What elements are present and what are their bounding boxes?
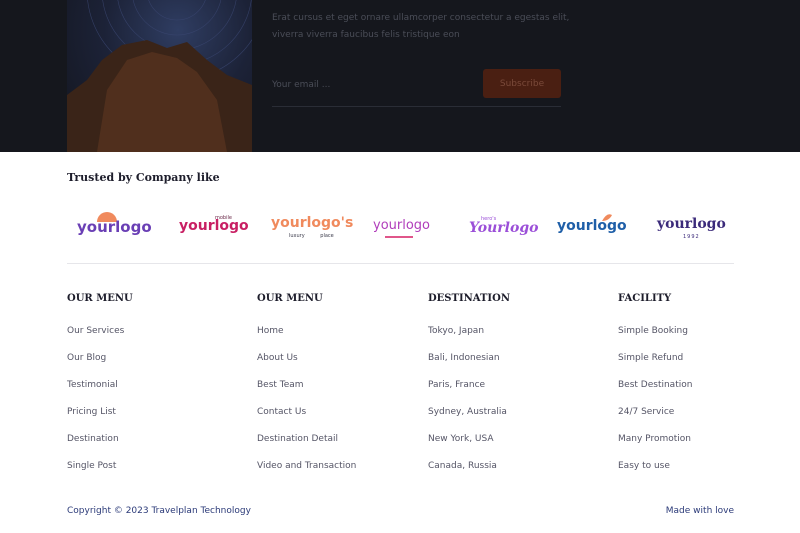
partner-logo-6: yourlogo <box>557 206 627 246</box>
footer-column-facility: FACILITY Simple Booking Simple Refund Be… <box>618 293 692 488</box>
footer-link-single-post[interactable]: Single Post <box>67 461 116 471</box>
footer-column-title: DESTINATION <box>428 293 510 304</box>
underline-logo-icon <box>385 236 413 238</box>
footer-link-best-destination[interactable]: Best Destination <box>618 380 692 390</box>
made-with-love-text: Made with love <box>665 506 734 516</box>
partner-logo-2-word: yourlogo <box>179 218 249 234</box>
footer-column-our-menu-1: OUR MENU Our Services Our Blog Testimoni… <box>67 293 133 488</box>
footer-link-item: Bali, Indonesian <box>428 353 510 380</box>
partner-logo-2: mobile yourlogo <box>179 206 249 246</box>
footer-link-sydney[interactable]: Sydney, Australia <box>428 407 507 417</box>
footer-link-testimonial[interactable]: Testimonial <box>67 380 118 390</box>
footer-link-24-7-service[interactable]: 24/7 Service <box>618 407 674 417</box>
footer-link-our-services[interactable]: Our Services <box>67 326 124 336</box>
footer-link-list: Our Services Our Blog Testimonial Pricin… <box>67 326 133 488</box>
footer-link-canada[interactable]: Canada, Russia <box>428 461 497 471</box>
subscribe-button[interactable]: Subscribe <box>483 69 561 98</box>
footer-link-list: Simple Booking Simple Refund Best Destin… <box>618 326 692 488</box>
footer-link-paris[interactable]: Paris, France <box>428 380 485 390</box>
footer-link-about-us[interactable]: About Us <box>257 353 298 363</box>
footer-link-item: Canada, Russia <box>428 461 510 488</box>
footer-link-many-promotion[interactable]: Many Promotion <box>618 434 691 444</box>
footer-link-item: Destination Detail <box>257 434 356 461</box>
footer-link-simple-booking[interactable]: Simple Booking <box>618 326 688 336</box>
footer-column-title: FACILITY <box>618 293 672 304</box>
footer-link-list: Home About Us Best Team Contact Us Desti… <box>257 326 356 488</box>
footer-link-contact-us[interactable]: Contact Us <box>257 407 306 417</box>
footer-link-item: Our Services <box>67 326 133 353</box>
footer-link-video-transaction[interactable]: Video and Transaction <box>257 461 356 471</box>
partner-logo-7: yourlogo 1992 <box>657 206 727 246</box>
newsletter-photo <box>67 0 252 152</box>
footer-link-home[interactable]: Home <box>257 326 284 336</box>
newsletter-section: Erat cursus et eget ornare ullamcorper c… <box>0 0 800 152</box>
partner-logo-5-word: Yourlogo <box>469 220 539 236</box>
footer-link-item: Testimonial <box>67 380 133 407</box>
footer-link-item: Single Post <box>67 461 133 488</box>
footer-link-pricing-list[interactable]: Pricing List <box>67 407 116 417</box>
footer-column-title: OUR MENU <box>257 293 323 304</box>
footer-link-list: Tokyo, Japan Bali, Indonesian Paris, Fra… <box>428 326 510 488</box>
email-underline <box>272 106 561 107</box>
leaf-logo-icon <box>602 214 612 221</box>
footer-link-item: New York, USA <box>428 434 510 461</box>
partner-logo-4-word: yourlogo <box>373 218 431 233</box>
copyright-text: Copyright © 2023 Travelplan Technology <box>67 506 251 516</box>
footer-link-item: Best Destination <box>618 380 692 407</box>
partner-logo-7-word: yourlogo <box>657 216 726 232</box>
footer-column-destination: DESTINATION Tokyo, Japan Bali, Indonesia… <box>428 293 510 488</box>
footer-link-item: Contact Us <box>257 407 356 434</box>
partner-logo-6-word: yourlogo <box>557 218 627 234</box>
partner-logo-1: yourlogo <box>77 206 157 246</box>
partner-logo-4: yourlogo <box>373 206 443 246</box>
footer-link-item: About Us <box>257 353 356 380</box>
footer-link-item: Pricing List <box>67 407 133 434</box>
footer-link-item: Simple Refund <box>618 353 692 380</box>
partner-logo-5: hero's Yourlogo <box>469 206 539 246</box>
partner-logos: yourlogo mobile yourlogo yourlogo's luxu… <box>67 206 734 246</box>
footer-link-item: Destination <box>67 434 133 461</box>
partner-logo-3: yourlogo's luxury place <box>271 206 354 246</box>
footer-link-tokyo[interactable]: Tokyo, Japan <box>428 326 484 336</box>
footer-link-item: Our Blog <box>67 353 133 380</box>
footer-link-destination[interactable]: Destination <box>67 434 119 444</box>
newsletter-description: Erat cursus et eget ornare ullamcorper c… <box>272 13 570 40</box>
footer-link-bali[interactable]: Bali, Indonesian <box>428 353 500 363</box>
footer-column-title: OUR MENU <box>67 293 133 304</box>
footer-link-item: Sydney, Australia <box>428 407 510 434</box>
footer-link-item: Best Team <box>257 380 356 407</box>
night-sky-rock-image <box>67 0 252 152</box>
partner-logo-1-word: yourlogo <box>77 218 152 236</box>
footer-column-our-menu-2: OUR MENU Home About Us Best Team Contact… <box>257 293 356 488</box>
footer-link-item: Many Promotion <box>618 434 692 461</box>
footer-link-item: Simple Booking <box>618 326 692 353</box>
section-divider <box>67 263 734 264</box>
footer-link-best-team[interactable]: Best Team <box>257 380 304 390</box>
footer-link-item: Tokyo, Japan <box>428 326 510 353</box>
footer-link-item: Home <box>257 326 356 353</box>
footer-link-easy-to-use[interactable]: Easy to use <box>618 461 670 471</box>
trusted-title: Trusted by Company like <box>67 171 220 184</box>
email-input[interactable] <box>272 76 472 94</box>
partner-logo-3-extra: luxury place <box>289 233 334 239</box>
footer-link-our-blog[interactable]: Our Blog <box>67 353 106 363</box>
footer-link-destination-detail[interactable]: Destination Detail <box>257 434 338 444</box>
partner-logo-3-word: yourlogo's <box>271 215 354 231</box>
partner-logo-7-extra: 1992 <box>683 234 700 240</box>
footer-link-new-york[interactable]: New York, USA <box>428 434 494 444</box>
footer-link-item: 24/7 Service <box>618 407 692 434</box>
footer-link-item: Paris, France <box>428 380 510 407</box>
footer-link-item: Easy to use <box>618 461 692 488</box>
footer-link-item: Video and Transaction <box>257 461 356 488</box>
footer-link-simple-refund[interactable]: Simple Refund <box>618 353 683 363</box>
